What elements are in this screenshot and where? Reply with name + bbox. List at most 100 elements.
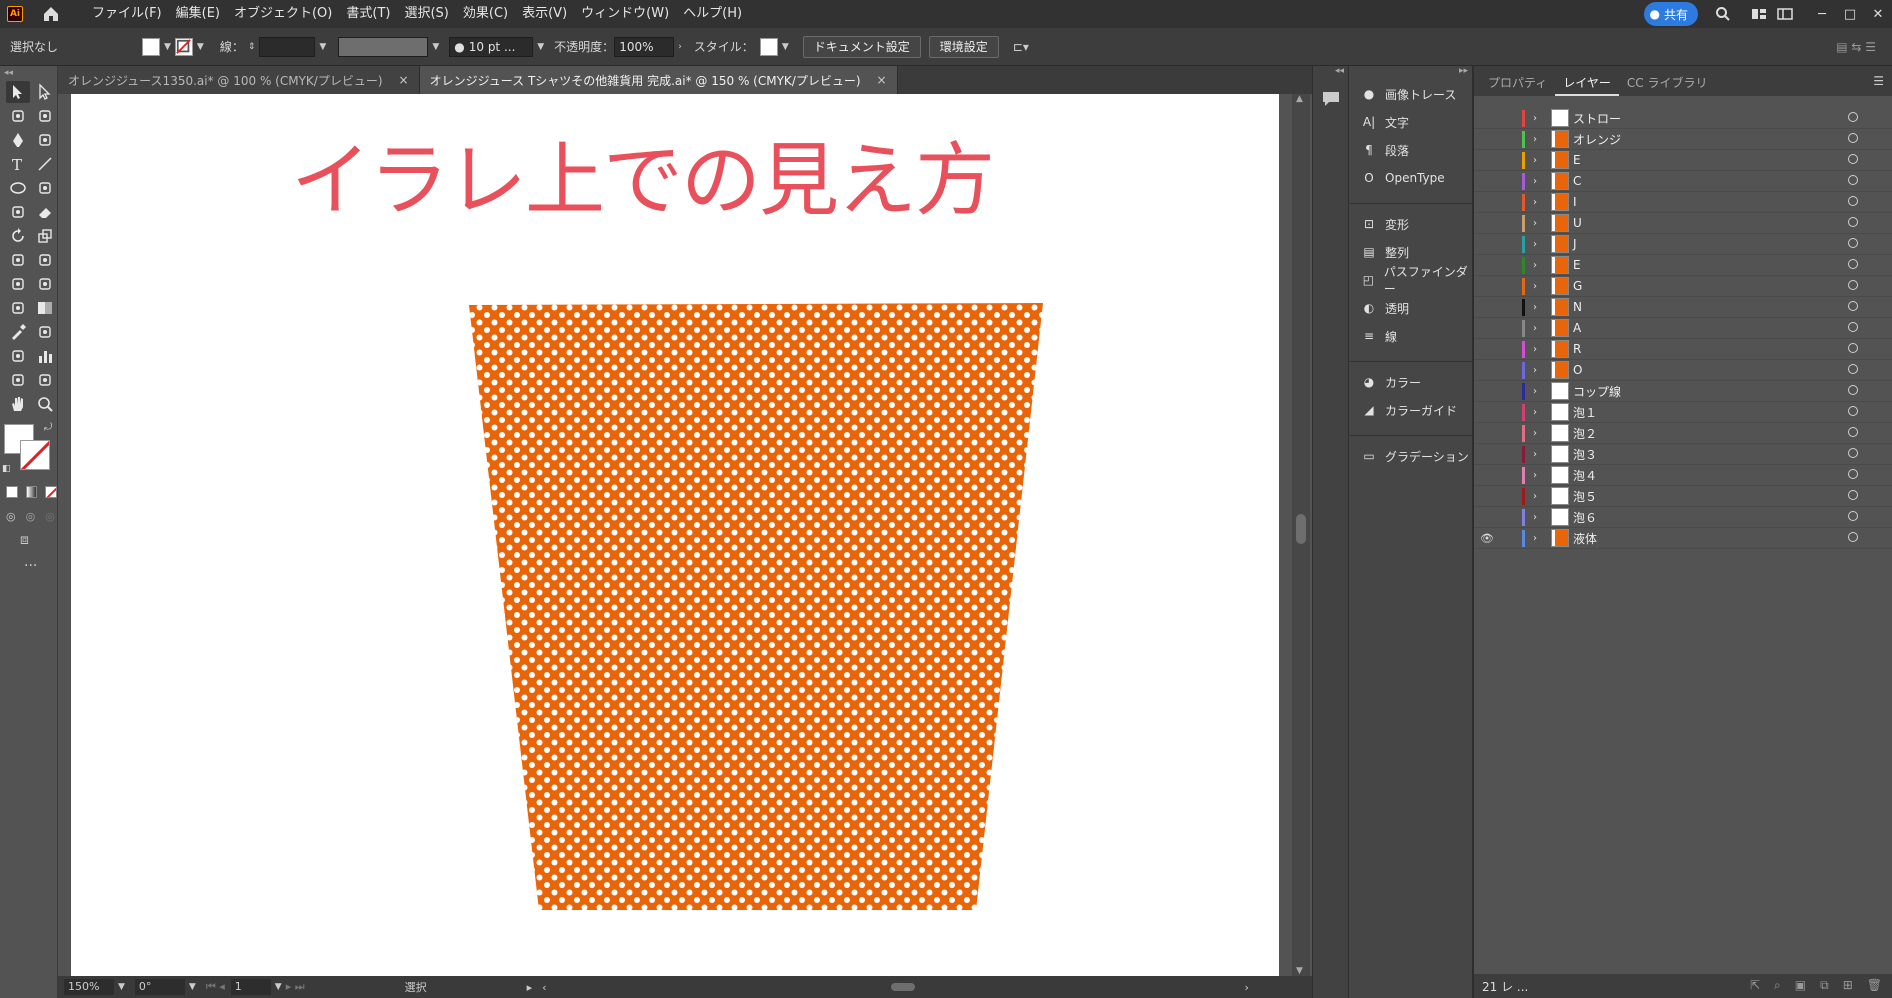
swap-fill-stroke-icon[interactable]: ⤾ [44, 422, 52, 433]
menu-item[interactable]: ヘルプ(H) [676, 0, 749, 28]
opacity-field[interactable]: 100% [614, 36, 675, 57]
lock-toggle[interactable] [1500, 486, 1522, 507]
layer-name[interactable]: 泡６ [1573, 509, 1597, 526]
lock-toggle[interactable] [1500, 171, 1522, 192]
lasso-tool-icon[interactable] [34, 105, 58, 127]
panel-transparency[interactable]: ◐ 透明 [1349, 294, 1472, 322]
layer-target-icon[interactable] [1848, 196, 1858, 206]
panel-stroke[interactable]: ≡ 線 [1349, 322, 1472, 350]
scroll-up-icon[interactable]: ▲ [1296, 94, 1303, 104]
lock-toggle[interactable] [1500, 234, 1522, 255]
none-mode-icon[interactable] [45, 486, 58, 498]
menu-item[interactable]: ウィンドウ(W) [574, 0, 676, 28]
paintbrush-tool-icon[interactable] [34, 177, 58, 199]
make-clipping-mask-icon[interactable]: ▣ [1795, 978, 1806, 993]
layer-name[interactable]: コップ線 [1573, 383, 1621, 400]
layer-row[interactable]: › 泡４ [1474, 465, 1892, 486]
horizontal-scrollbar[interactable] [551, 983, 1241, 991]
align-options-icon[interactable]: ⊏▾ [1013, 40, 1029, 54]
layer-target-icon[interactable] [1848, 343, 1858, 353]
layer-row[interactable]: › O [1474, 360, 1892, 381]
shaper-tool-icon[interactable] [6, 201, 30, 223]
layer-name[interactable]: U [1573, 216, 1582, 230]
expand-chevron-icon[interactable]: › [1533, 323, 1547, 334]
expand-chevron-icon[interactable]: › [1533, 386, 1547, 397]
layer-name[interactable]: 泡３ [1573, 446, 1597, 463]
expand-chevron-icon[interactable]: › [1533, 197, 1547, 208]
layer-name[interactable]: I [1573, 195, 1577, 209]
expand-chevron-icon[interactable]: › [1533, 428, 1547, 439]
column-graph-tool-icon[interactable] [34, 345, 58, 367]
layer-name[interactable]: C [1573, 174, 1581, 188]
workspace-icon[interactable] [1746, 3, 1772, 25]
chevron-down-icon[interactable]: ▼ [432, 42, 439, 52]
lock-toggle[interactable] [1500, 108, 1522, 129]
zoom-field[interactable]: 150% [64, 979, 114, 995]
menu-item[interactable]: 表示(V) [515, 0, 574, 28]
layer-target-icon[interactable] [1848, 490, 1858, 500]
visibility-eye-icon[interactable] [1474, 213, 1500, 234]
menu-item[interactable]: 書式(T) [339, 0, 397, 28]
fill-stroke-widget[interactable]: ⤾ ◧ [0, 422, 57, 480]
layer-row[interactable]: › E [1474, 150, 1892, 171]
expand-chevron-icon[interactable]: › [1533, 176, 1547, 187]
comments-icon[interactable] [1321, 90, 1341, 108]
eyedropper-tool-icon[interactable] [6, 321, 30, 343]
layer-target-icon[interactable] [1848, 469, 1858, 479]
lock-toggle[interactable] [1500, 192, 1522, 213]
lock-toggle[interactable] [1500, 465, 1522, 486]
expand-chevron-icon[interactable]: › [1533, 281, 1547, 292]
expand-chevron-icon[interactable]: › [1533, 512, 1547, 523]
hscroll-left-icon[interactable]: ‹ [542, 981, 546, 994]
slice-tool-icon[interactable] [34, 369, 58, 391]
brush-field[interactable]: ● 10 pt ... [449, 36, 534, 57]
layer-target-icon[interactable] [1848, 238, 1858, 248]
layer-row[interactable]: › 泡２ [1474, 423, 1892, 444]
visibility-eye-icon[interactable] [1474, 381, 1500, 402]
layer-target-icon[interactable] [1848, 385, 1858, 395]
visibility-eye-icon[interactable] [1474, 255, 1500, 276]
expand-chevron-icon[interactable]: › [1533, 218, 1547, 229]
canvas-area[interactable]: イラレ上での見え方 [58, 94, 1292, 976]
menu-item[interactable]: オブジェクト(O) [227, 0, 339, 28]
expand-chevron-icon[interactable]: › [1533, 365, 1547, 376]
arrange-docs-icon[interactable] [1772, 3, 1798, 25]
curvature-tool-icon[interactable] [34, 129, 58, 151]
artboard-nav-first-icon[interactable]: ⏮ ◂ [206, 980, 225, 994]
layer-row[interactable]: › オレンジ [1474, 129, 1892, 150]
visibility-eye-icon[interactable] [1474, 402, 1500, 423]
visibility-eye-icon[interactable] [1474, 486, 1500, 507]
style-swatch[interactable] [759, 37, 778, 56]
artboard-nav-last-icon[interactable]: ▸ ⏭ [286, 980, 305, 994]
visibility-eye-icon[interactable] [1474, 297, 1500, 318]
close-icon[interactable]: ✕ [1864, 3, 1892, 25]
expand-chevron-icon[interactable]: › [1533, 239, 1547, 250]
expand-chevron-icon[interactable]: › [1533, 134, 1547, 145]
menu-item[interactable]: 選択(S) [397, 0, 455, 28]
layer-name[interactable]: E [1573, 153, 1581, 167]
lock-toggle[interactable] [1500, 402, 1522, 423]
layer-target-icon[interactable] [1848, 112, 1858, 122]
chevron-down-icon[interactable]: ▼ [197, 42, 204, 52]
rotate-tool-icon[interactable] [6, 225, 30, 247]
layer-target-icon[interactable] [1848, 280, 1858, 290]
chevron-down-icon[interactable]: ▼ [537, 42, 544, 52]
layer-target-icon[interactable] [1848, 427, 1858, 437]
chevron-down-icon[interactable]: ▼ [275, 982, 282, 992]
vertical-scrollbar[interactable]: ▲ ▼ [1292, 94, 1310, 976]
layer-row[interactable]: › 泡５ [1474, 486, 1892, 507]
close-tab-icon[interactable]: × [877, 73, 887, 87]
magic-wand-tool-icon[interactable] [6, 105, 30, 127]
lock-toggle[interactable] [1500, 444, 1522, 465]
layer-row[interactable]: › E [1474, 255, 1892, 276]
chevron-down-icon[interactable]: ▼ [782, 42, 789, 52]
scrollbar-thumb[interactable] [1296, 514, 1306, 544]
document-tab[interactable]: オレンジジュース1350.ai* @ 100 % (CMYK/プレビュー) × [58, 66, 420, 94]
layer-target-icon[interactable] [1848, 406, 1858, 416]
new-sublayer-icon[interactable]: ⧉ [1820, 978, 1829, 993]
layer-row[interactable]: › 泡６ [1474, 507, 1892, 528]
layer-row[interactable]: › U [1474, 213, 1892, 234]
layer-name[interactable]: G [1573, 279, 1582, 293]
layer-row[interactable]: › A [1474, 318, 1892, 339]
artboard-tool-icon[interactable] [6, 369, 30, 391]
